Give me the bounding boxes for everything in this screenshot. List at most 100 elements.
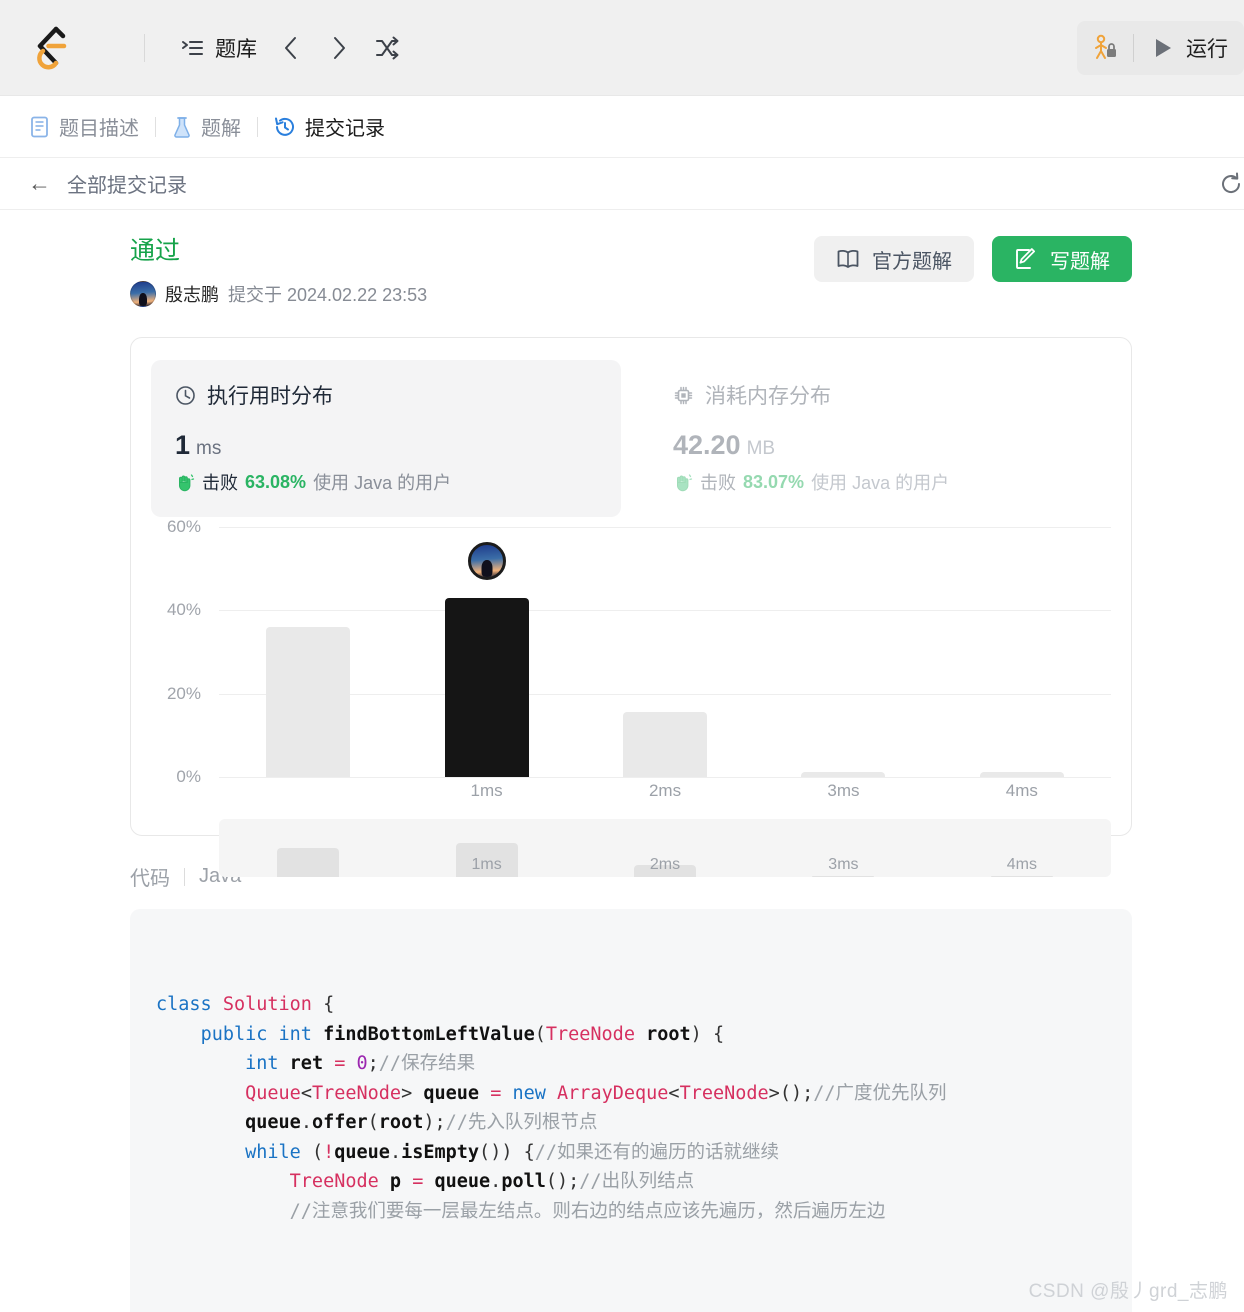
nav-divider: [144, 33, 145, 62]
view-more-button[interactable]: 查看更多: [156, 1285, 1106, 1312]
shuffle-button[interactable]: [365, 28, 409, 68]
chart-brush-tick: 4ms: [1006, 856, 1037, 873]
runtime-beat-suffix: 使用 Java 的用户: [313, 473, 452, 493]
stat-tab-memory[interactable]: 消耗内存分布 42.20 MB 击败 83.07% 使用 Java 的用户: [649, 360, 1119, 517]
chip-icon: [673, 385, 694, 406]
chart-brush[interactable]: 1ms 2ms 3ms 4ms: [219, 819, 1111, 877]
tab-description[interactable]: 题目描述: [30, 112, 139, 141]
leetcode-submission-page: 题库 运行 题目描述 题解 提交记录 ← 全部提交记录 通过 殷志鹏 提交于 2…: [0, 0, 1244, 1312]
book-icon: [836, 248, 860, 270]
code-line: //注意我们要每一层最左结点。则右边的结点应该先遍历，然后遍历左边: [289, 1200, 886, 1222]
status-badge: 通过: [130, 237, 181, 265]
memory-value: 42.20: [673, 430, 741, 460]
runtime-title-row: 执行用时分布: [175, 380, 597, 410]
chart-bars: [219, 527, 1111, 777]
chart-bar[interactable]: [444, 597, 529, 777]
chart-bar-slot[interactable]: [397, 527, 575, 777]
runtime-beat-row: 击败 63.08% 使用 Java 的用户: [175, 469, 597, 495]
chart-plot-area: [219, 527, 1111, 778]
chart-brush-slot[interactable]: 1ms: [397, 819, 575, 877]
back-arrow-icon[interactable]: ←: [28, 172, 51, 195]
chart-bar[interactable]: [623, 712, 708, 777]
memory-beat-percent: 83.07%: [743, 471, 805, 492]
chart-brush-slot[interactable]: 3ms: [754, 819, 932, 877]
prev-problem-button[interactable]: [269, 28, 313, 68]
user-avatar[interactable]: [130, 281, 156, 307]
code-line: public int findBottomLeftValue(TreeNode …: [200, 1023, 725, 1045]
topnav-right-actions: 运行: [1077, 0, 1244, 96]
chart-bar[interactable]: [801, 772, 886, 777]
tab-submissions-label: 提交记录: [305, 118, 385, 140]
chart-y-tick: 60%: [166, 517, 201, 536]
content-tab-bar: 题目描述 题解 提交记录: [0, 96, 1244, 158]
code-line: class Solution {: [156, 994, 335, 1015]
chart-brush-slot[interactable]: [219, 819, 397, 877]
submission-header-row: 通过 殷志鹏 提交于 2024.02.22 23:53 官方题解 写题解: [0, 210, 1244, 307]
submission-meta: 殷志鹏 提交于 2024.02.22 23:53: [130, 281, 427, 307]
write-solution-button[interactable]: 写题解: [992, 236, 1132, 282]
submissions-subheader: ← 全部提交记录: [0, 158, 1244, 210]
code-line: queue.offer(root);//先入队列根节点: [245, 1112, 598, 1133]
code-header-separator: [184, 867, 185, 886]
tab-description-label: 题目描述: [59, 118, 139, 140]
runtime-beat-percent: 63.08%: [245, 471, 307, 492]
nav-item-problems[interactable]: 题库: [173, 27, 265, 69]
tab-solutions-label: 题解: [201, 118, 241, 140]
chart-x-tick: 1ms: [470, 781, 503, 800]
submission-verdict-block: 通过 殷志鹏 提交于 2024.02.22 23:53: [130, 236, 427, 307]
description-icon: [30, 116, 50, 138]
person-lock-icon[interactable]: [1077, 21, 1133, 75]
run-button[interactable]: 运行: [1134, 21, 1244, 75]
official-solution-button[interactable]: 官方题解: [814, 236, 974, 282]
chart-x-tick: [219, 781, 397, 801]
chart-user-marker-avatar[interactable]: [467, 541, 506, 580]
tab-solutions[interactable]: 题解: [172, 112, 241, 141]
memory-value-row: 42.20 MB: [673, 430, 1095, 461]
csdn-watermark: CSDN @殷丿grd_志鹏: [1028, 1281, 1228, 1302]
chart-y-tick: 20%: [166, 683, 201, 703]
runtime-value-row: 1 ms: [175, 430, 597, 461]
runtime-unit: ms: [196, 438, 222, 459]
official-solution-label: 官方题解: [872, 250, 952, 273]
chevron-double-down-icon: [563, 1295, 616, 1312]
code-block[interactable]: class Solution { public int findBottomLe…: [130, 909, 1132, 1312]
memory-beat-prefix: 击败: [700, 473, 736, 493]
memory-beat-suffix: 使用 Java 的用户: [811, 473, 950, 493]
chart-brush-slot[interactable]: 4ms: [933, 819, 1111, 877]
next-problem-button[interactable]: [317, 28, 361, 68]
run-button-label: 运行: [1186, 38, 1228, 61]
chart-brush-bar: [990, 876, 1053, 877]
tab-submissions[interactable]: 提交记录: [274, 112, 385, 141]
chart-x-tick: 3ms: [827, 781, 860, 800]
distribution-chart: 0% 20% 40% 60% 1ms 2ms 3ms 4ms 1ms 2ms 3ms 4ms: [151, 517, 1111, 877]
subheader-title: 全部提交记录: [67, 175, 187, 197]
chart-bar[interactable]: [266, 627, 351, 777]
chart-bar-slot[interactable]: [576, 527, 754, 777]
nav-item-problems-label: 题库: [215, 37, 257, 61]
code-line: TreeNode p = queue.poll();//出队列结点: [289, 1171, 695, 1192]
chart-brush-bar: [812, 876, 875, 877]
refresh-icon[interactable]: [1218, 171, 1244, 197]
chart-bar-slot[interactable]: [219, 527, 397, 777]
chart-y-axis: 0% 20% 40% 60%: [151, 517, 201, 786]
chart-gridline: [219, 777, 1111, 778]
stats-card: 执行用时分布 1 ms 击败 63.08% 使用 Java 的用户 消耗内存分布…: [130, 337, 1132, 877]
hand-wave-icon: [175, 472, 195, 492]
chart-bar-slot[interactable]: [933, 527, 1111, 777]
top-navigation-bar: 题库 运行: [0, 0, 1244, 96]
hand-wave-icon: [673, 472, 693, 492]
stat-tab-runtime[interactable]: 执行用时分布 1 ms 击败 63.08% 使用 Java 的用户: [151, 360, 621, 517]
leetcode-logo-icon[interactable]: [30, 25, 72, 71]
chart-y-tick: 40%: [166, 600, 201, 620]
runtime-title: 执行用时分布: [207, 385, 333, 408]
memory-title: 消耗内存分布: [705, 385, 831, 408]
submission-username: 殷志鹏: [165, 285, 219, 305]
tab-separator: [257, 116, 258, 137]
chart-bar[interactable]: [979, 772, 1064, 777]
code-label: 代码: [130, 868, 170, 890]
chart-brush-slot[interactable]: 2ms: [576, 819, 754, 877]
chart-brush-tick: 1ms: [471, 856, 502, 873]
stat-tabs: 执行用时分布 1 ms 击败 63.08% 使用 Java 的用户 消耗内存分布…: [151, 360, 1111, 517]
chart-bar-slot[interactable]: [754, 527, 932, 777]
chart-x-tick: 4ms: [1005, 781, 1038, 800]
